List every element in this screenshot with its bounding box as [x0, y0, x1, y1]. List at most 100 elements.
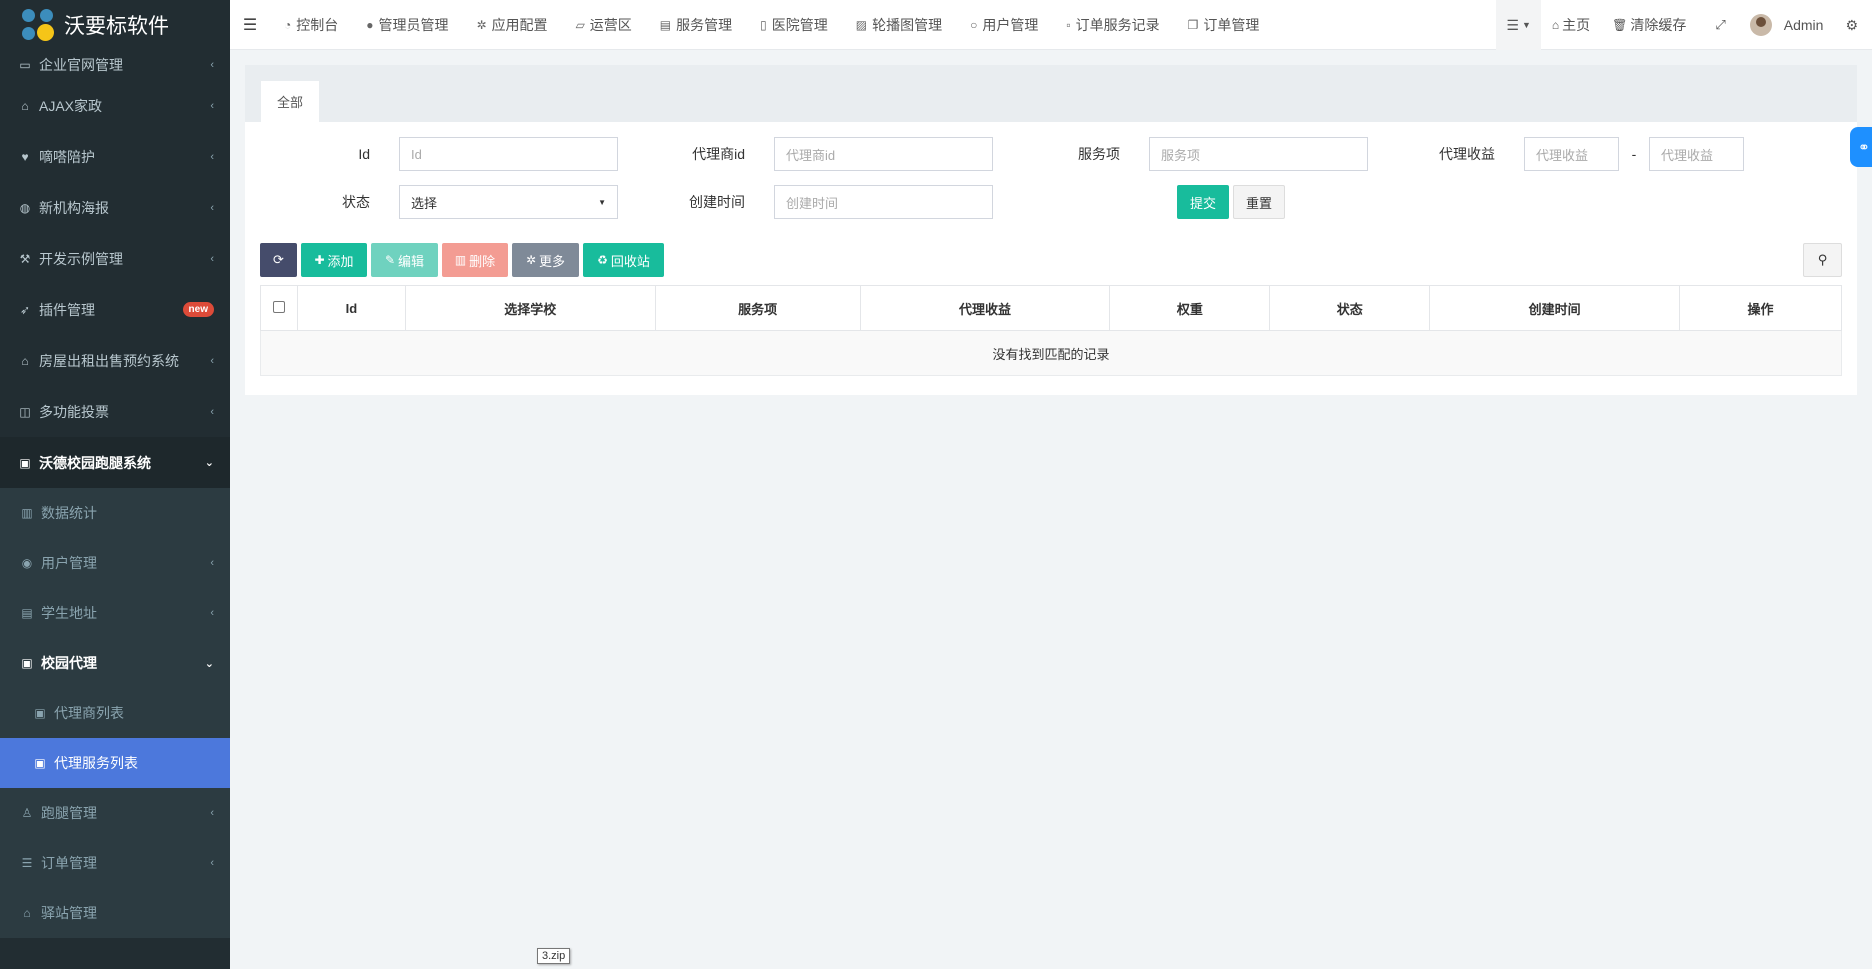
- edit-button[interactable]: ✎ 编辑: [371, 243, 438, 277]
- chevron-left-icon: ‹: [210, 557, 214, 569]
- delete-button[interactable]: ▥ 删除: [442, 243, 508, 277]
- column-header-created[interactable]: 创建时间: [1429, 285, 1681, 331]
- topnav-item-label: 控制台: [296, 16, 339, 33]
- sidebar-item-label: 插件管理: [39, 301, 95, 318]
- brand-logo[interactable]: 沃要标软件: [0, 0, 230, 50]
- sidebar-sub-item-errand[interactable]: ♙ 跑腿管理 ‹: [0, 788, 230, 838]
- sidebar-item-campus-errand[interactable]: ▣ 沃德校园跑腿系统 ⌄: [0, 437, 230, 488]
- fullscreen-button[interactable]: ⤢: [1697, 0, 1743, 50]
- column-header-school[interactable]: 选择学校: [404, 285, 656, 331]
- sidebar-item-website[interactable]: ▭ 企业官网管理 ‹: [0, 50, 230, 80]
- column-header-service[interactable]: 服务项: [654, 285, 861, 331]
- expand-icon: ⤢: [1715, 17, 1726, 32]
- user-menu[interactable]: Admin: [1744, 0, 1840, 50]
- home-link[interactable]: ⌂ 主页: [1541, 0, 1601, 50]
- caret-down-icon: ▼: [1521, 20, 1531, 30]
- sidebar-item-didi-care[interactable]: ♥ 嘀嗒陪护 ‹: [0, 131, 230, 182]
- sidebar-item-housing[interactable]: ⌂ 房屋出租出售预约系统 ‹: [0, 335, 230, 386]
- column-header-income[interactable]: 代理收益: [859, 285, 1111, 331]
- columns-icon: ◫: [19, 404, 31, 419]
- sidebar-item-ajax-housekeeping[interactable]: ⌂ AJAX家政 ‹: [0, 80, 230, 131]
- id-badge-icon: ▣: [34, 756, 46, 770]
- topnav-item-order-service-records[interactable]: ▫ 订单服务记录: [1052, 0, 1173, 50]
- column-header-id[interactable]: Id: [296, 285, 406, 331]
- sidebar-toggle-icon[interactable]: ☰: [230, 15, 270, 35]
- floating-link-button[interactable]: ⚭: [1850, 127, 1872, 167]
- income-filter-label: 代理收益: [1439, 146, 1495, 162]
- refresh-button[interactable]: ⟳: [260, 243, 297, 277]
- search-icon: ⚲: [1817, 252, 1828, 267]
- column-header-actions: 操作: [1679, 285, 1842, 331]
- select-all-checkbox[interactable]: [272, 300, 285, 313]
- settings-button[interactable]: ⚙: [1839, 0, 1872, 50]
- id-filter-input[interactable]: Id: [399, 137, 618, 171]
- empty-message: 没有找到匹配的记录: [260, 330, 1842, 376]
- sidebar-item-label: 代理服务列表: [54, 755, 138, 771]
- top-right-menu: ☰ ▼ ⌂ 主页 🗑 清除缓存 ⤢ Admin ⚙: [1496, 0, 1872, 50]
- sidebar-sub-item-stations[interactable]: ⌂ 驿站管理: [0, 888, 230, 938]
- topnav-item-carousel[interactable]: ▨ 轮播图管理: [842, 0, 956, 50]
- column-header-weight[interactable]: 权重: [1109, 285, 1271, 331]
- reset-button[interactable]: 重置: [1233, 185, 1285, 219]
- topnav-item-dashboard[interactable]: ◔ 控制台: [270, 0, 352, 50]
- sidebar-sub-item-campus-agent[interactable]: ▣ 校园代理 ⌄: [0, 638, 230, 688]
- sidebar-subsub-item-agent-list[interactable]: ▣ 代理商列表: [0, 688, 230, 738]
- agent-id-filter-input[interactable]: 代理商id: [774, 137, 993, 171]
- edit-button-label: 编辑: [398, 253, 425, 269]
- sidebar-sub-item-users[interactable]: ◉ 用户管理 ‹: [0, 538, 230, 588]
- sidebar-item-label: 嘀嗒陪护: [39, 148, 95, 165]
- clipboard-icon: ▯: [760, 17, 767, 32]
- sidebar-item-voting[interactable]: ◫ 多功能投票 ‹: [0, 386, 230, 437]
- sidebar-item-poster[interactable]: ◍ 新机构海报 ‹: [0, 182, 230, 233]
- menu-dropdown-toggle[interactable]: ☰ ▼: [1496, 0, 1541, 50]
- user-run-icon: ♙: [21, 806, 33, 820]
- sidebar-item-label: 学生地址: [41, 605, 97, 621]
- column-header-status[interactable]: 状态: [1269, 285, 1431, 331]
- sidebar-sub-item-stats[interactable]: ▥ 数据统计: [0, 488, 230, 538]
- content-panel: 全部 Id Id 代理商id 代理商id 服务项 服务项 代理收益 代理收益 -…: [245, 65, 1857, 395]
- sidebar-item-dev-examples[interactable]: ⚒ 开发示例管理 ‹: [0, 233, 230, 284]
- topnav-item-operation-area[interactable]: ▱ 运营区: [562, 0, 646, 50]
- topnav-item-services[interactable]: ▤ 服务管理: [646, 0, 746, 50]
- clear-cache-button[interactable]: 🗑 清除缓存: [1601, 0, 1697, 50]
- image-icon: ▨: [855, 17, 868, 32]
- sidebar-item-plugins[interactable]: ➶ 插件管理 new: [0, 284, 230, 335]
- tab-all[interactable]: 全部: [261, 81, 319, 122]
- sidebar-item-label: AJAX家政: [39, 97, 103, 114]
- sidebar: 沃要标软件 ▭ 企业官网管理 ‹ ⌂ AJAX家政 ‹ ♥ 嘀嗒陪护 ‹ ◍ 新…: [0, 0, 230, 969]
- created-filter-input[interactable]: 创建时间: [774, 185, 993, 219]
- sidebar-item-label: 用户管理: [41, 555, 97, 571]
- sidebar-item-label: 多功能投票: [39, 403, 109, 420]
- status-filter-select[interactable]: 选择 ▼: [399, 185, 618, 219]
- home-link-label: 主页: [1562, 17, 1591, 33]
- add-button-label: 添加: [327, 253, 354, 269]
- sidebar-item-label: 企业官网管理: [39, 57, 123, 73]
- income-max-input[interactable]: 代理收益: [1649, 137, 1744, 171]
- topnav-item-label: 医院管理: [771, 16, 828, 33]
- sidebar-item-label: 沃德校园跑腿系统: [39, 454, 151, 471]
- sidebar-sub-item-student-address[interactable]: ▤ 学生地址 ‹: [0, 588, 230, 638]
- income-min-input[interactable]: 代理收益: [1524, 137, 1619, 171]
- more-button[interactable]: ✲ 更多: [512, 243, 579, 277]
- submit-button[interactable]: 提交: [1177, 185, 1229, 219]
- topnav-item-admins[interactable]: ● 管理员管理: [352, 0, 462, 50]
- topnav-item-hospitals[interactable]: ▯ 医院管理: [746, 0, 842, 50]
- add-button[interactable]: ✚ 添加: [301, 243, 367, 277]
- topnav-item-users[interactable]: ○ 用户管理: [956, 0, 1052, 50]
- sidebar-sub-item-orders[interactable]: ☰ 订单管理 ‹: [0, 838, 230, 888]
- topnav-item-orders[interactable]: ❐ 订单管理: [1174, 0, 1274, 50]
- sidebar-menu: ▭ 企业官网管理 ‹ ⌂ AJAX家政 ‹ ♥ 嘀嗒陪护 ‹ ◍ 新机构海报 ‹…: [0, 50, 230, 938]
- search-toggle-button[interactable]: ⚲: [1803, 243, 1842, 277]
- recycle-bin-button[interactable]: ♻ 回收站: [583, 243, 664, 277]
- service-filter-input[interactable]: 服务项: [1149, 137, 1368, 171]
- trash-icon: ▥: [454, 253, 467, 267]
- sidebar-subsub-item-agent-service-list[interactable]: ▣ 代理服务列表: [0, 738, 230, 788]
- topnav-item-app-config[interactable]: ✲ 应用配置: [463, 0, 562, 50]
- user-name: Admin: [1783, 17, 1824, 33]
- data-table: Id 选择学校 服务项 代理收益 权重 状态 创建时间 操作 没有找到匹配的记录: [260, 285, 1842, 376]
- chevron-left-icon: ‹: [210, 201, 214, 214]
- trash-icon: 🗑: [1612, 18, 1628, 32]
- home-icon: ⌂: [21, 353, 29, 368]
- service-filter-label: 服务项: [1078, 146, 1120, 162]
- topnav-item-label: 应用配置: [491, 16, 548, 33]
